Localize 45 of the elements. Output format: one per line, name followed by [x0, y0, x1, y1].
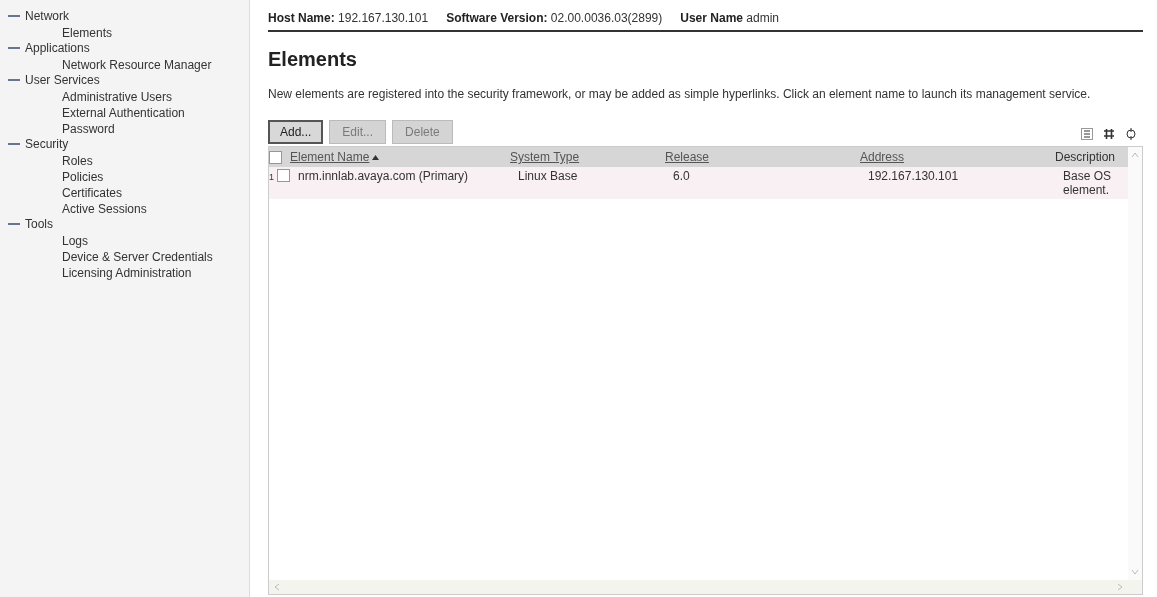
sidebar-item[interactable]: Active Sessions [62, 202, 147, 216]
table-cell-text: Base OS element. [1063, 169, 1113, 197]
row-checkbox[interactable] [277, 169, 290, 182]
header-info: Host Name: 192.167.130.101 [268, 10, 429, 27]
refresh-icon[interactable] [1125, 128, 1137, 140]
sidebar-section[interactable]: Tools [25, 215, 53, 233]
sidebar-item[interactable]: Elements [62, 26, 113, 40]
table-cell-text: 192.167.130.101 [868, 169, 960, 183]
table-cell-text: 6.0 [673, 169, 691, 183]
sidebar-item[interactable]: Certificates [62, 186, 123, 200]
sidebar-item[interactable]: Logs [62, 234, 89, 248]
sidebar-item[interactable]: Roles [62, 154, 93, 168]
sidebar-section[interactable]: Security [25, 135, 69, 153]
grid-view-icon[interactable] [1103, 128, 1115, 140]
select-all-checkbox[interactable] [269, 150, 282, 164]
column-header[interactable]: Address [860, 148, 905, 166]
sidebar-item[interactable]: Licensing Administration [62, 266, 192, 280]
column-header[interactable]: Release [665, 148, 710, 166]
toolbar-button[interactable]: Add... [268, 120, 324, 144]
sidebar-section[interactable]: User Services [25, 71, 100, 89]
page-title: Elements [268, 47, 358, 72]
sidebar-item[interactable]: Administrative Users [62, 90, 173, 104]
sidebar-section[interactable]: Network [25, 7, 69, 25]
sidebar-item[interactable]: Network Resource Manager [62, 58, 212, 72]
scroll-right-icon[interactable] [1116, 583, 1124, 591]
column-header: Description [1055, 149, 1116, 166]
header-info: User Name admin [680, 10, 779, 27]
scroll-up-icon[interactable] [1131, 151, 1139, 159]
row-number: 1 [269, 171, 274, 184]
scroll-down-icon[interactable] [1131, 568, 1139, 576]
vertical-scrollbar[interactable] [1128, 147, 1142, 580]
sidebar-item[interactable]: External Authentication [62, 106, 185, 120]
sidebar-section[interactable]: Applications [25, 39, 90, 57]
sidebar-item[interactable]: Device & Server Credentials [62, 250, 213, 264]
list-view-icon[interactable] [1081, 128, 1093, 140]
sidebar-item[interactable]: Policies [62, 170, 104, 184]
table-cell-text: Linux Base [518, 169, 579, 183]
page-description: New elements are registered into the security framework, or may be added as simple hyperlinks. Click an element name to launch its management service. [268, 86, 1092, 102]
sidebar-item[interactable]: Password [62, 122, 115, 136]
header-info: Software Version: 02.00.0036.03(2899) [446, 10, 663, 27]
horizontal-scrollbar[interactable] [269, 580, 1142, 594]
column-header[interactable]: Element Name [290, 148, 370, 166]
column-header[interactable]: System Type [510, 148, 580, 166]
table-cell-text: nrm.innlab.avaya.com (Primary) [298, 169, 470, 183]
scroll-left-icon[interactable] [273, 583, 281, 591]
